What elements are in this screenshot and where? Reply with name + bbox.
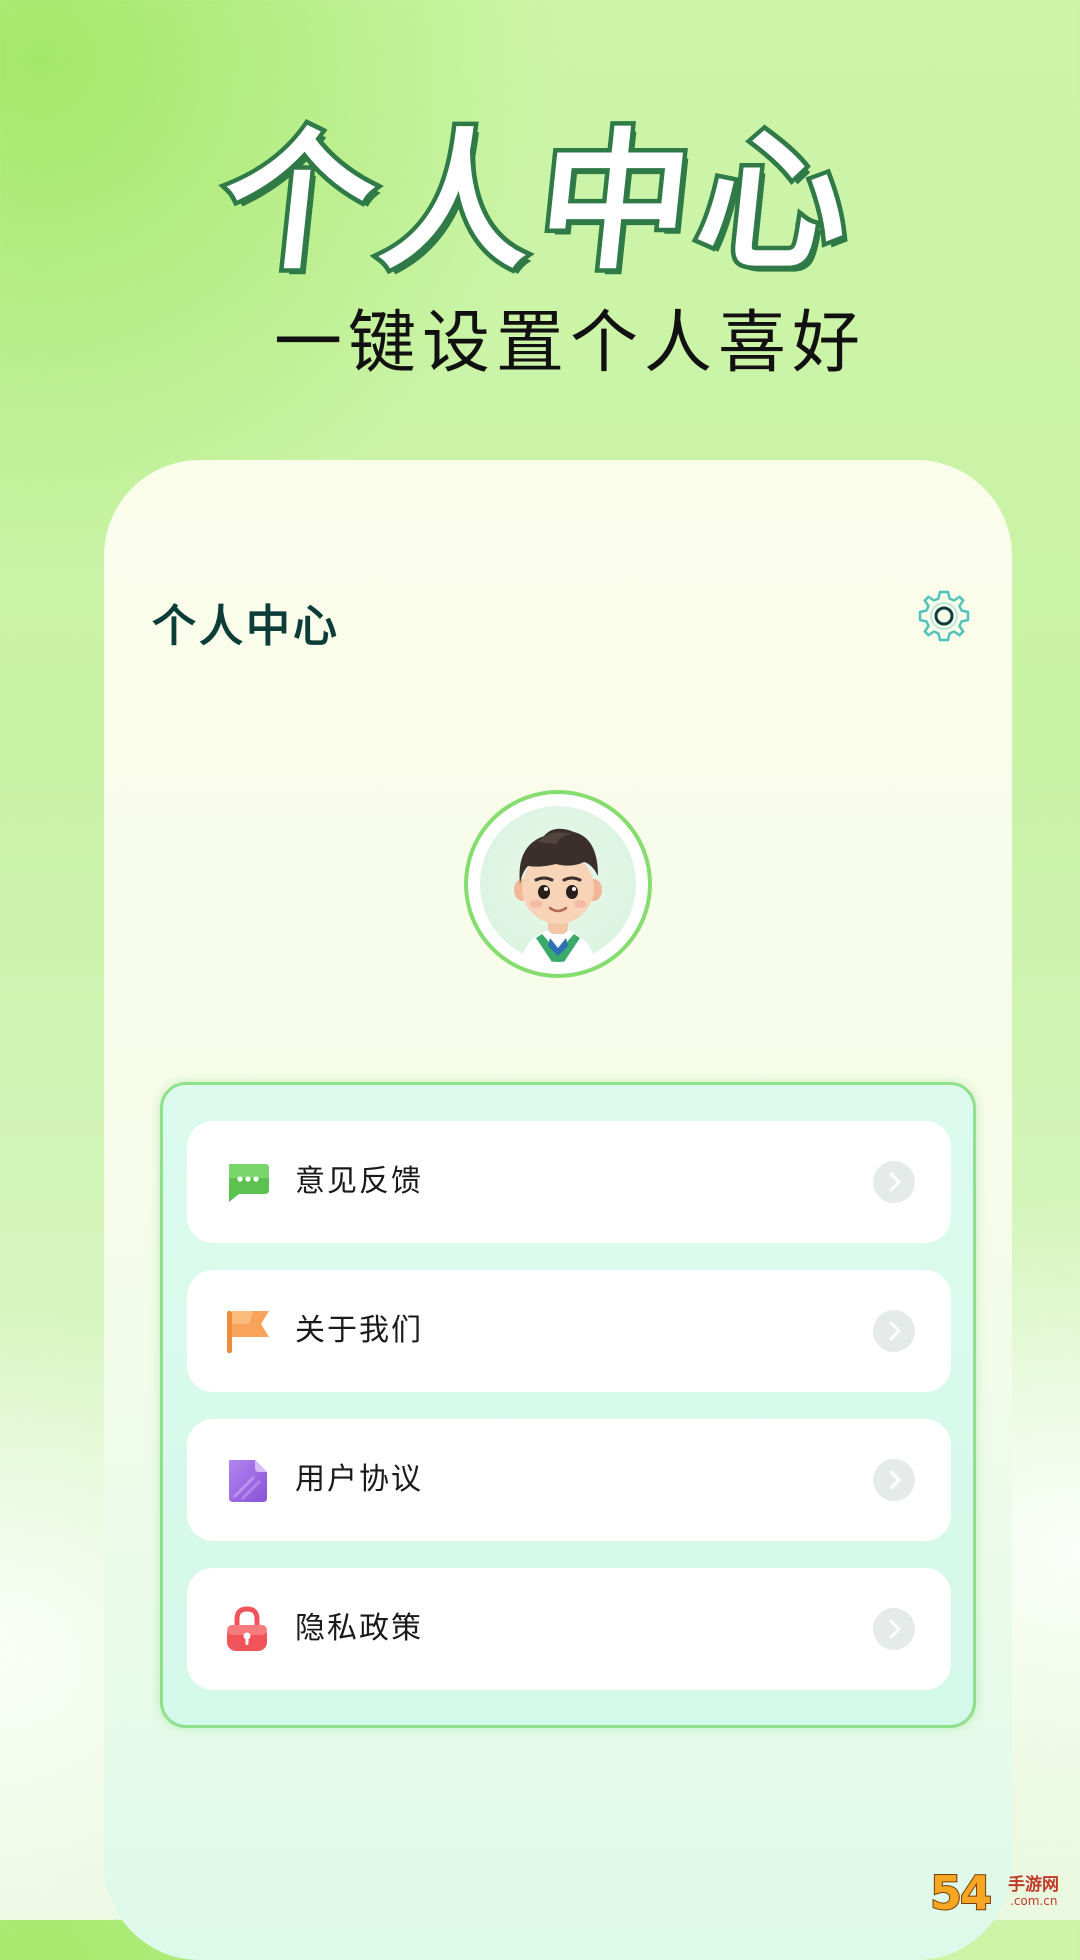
menu-item-about-us[interactable]: 关于我们 <box>187 1270 951 1392</box>
menu-item-label: 关于我们 <box>295 1313 423 1348</box>
menu-panel: 意见反馈 关于我们 用户协议 隐私政策 <box>160 1082 976 1728</box>
menu-item-feedback[interactable]: 意见反馈 <box>187 1121 951 1243</box>
menu-item-label: 隐私政策 <box>295 1611 423 1646</box>
chevron-right-icon <box>873 1161 915 1203</box>
site-watermark: 54 手游网 .com.cn <box>929 1865 1080 1921</box>
phone-screen: 个人中心 意见反馈 关于我们 用户协议 隐私政策 <box>104 460 1012 1960</box>
chat-bubble-icon <box>223 1158 271 1206</box>
chevron-right-icon <box>873 1608 915 1650</box>
menu-item-label: 用户协议 <box>295 1462 423 1497</box>
menu-item-user-agreement[interactable]: 用户协议 <box>187 1419 951 1541</box>
watermark-url: .com.cn <box>1010 1894 1058 1908</box>
watermark-site-name: 手游网 <box>1008 1875 1059 1895</box>
promo-subtitle: 一键设置个人喜好 <box>273 304 866 383</box>
lock-icon <box>223 1605 271 1653</box>
avatar-frame[interactable] <box>464 790 652 978</box>
flag-icon <box>223 1307 271 1355</box>
page-title: 个人中心 <box>152 601 340 652</box>
menu-item-label: 意见反馈 <box>295 1164 423 1199</box>
chevron-right-icon <box>873 1310 915 1352</box>
menu-item-privacy-policy[interactable]: 隐私政策 <box>187 1568 951 1690</box>
chevron-right-icon <box>873 1459 915 1501</box>
document-icon <box>223 1456 271 1504</box>
promo-headline: 个人中心 <box>210 112 869 295</box>
avatar <box>480 806 636 962</box>
watermark-number: 54 <box>929 1865 993 1921</box>
gear-icon[interactable] <box>916 588 972 644</box>
